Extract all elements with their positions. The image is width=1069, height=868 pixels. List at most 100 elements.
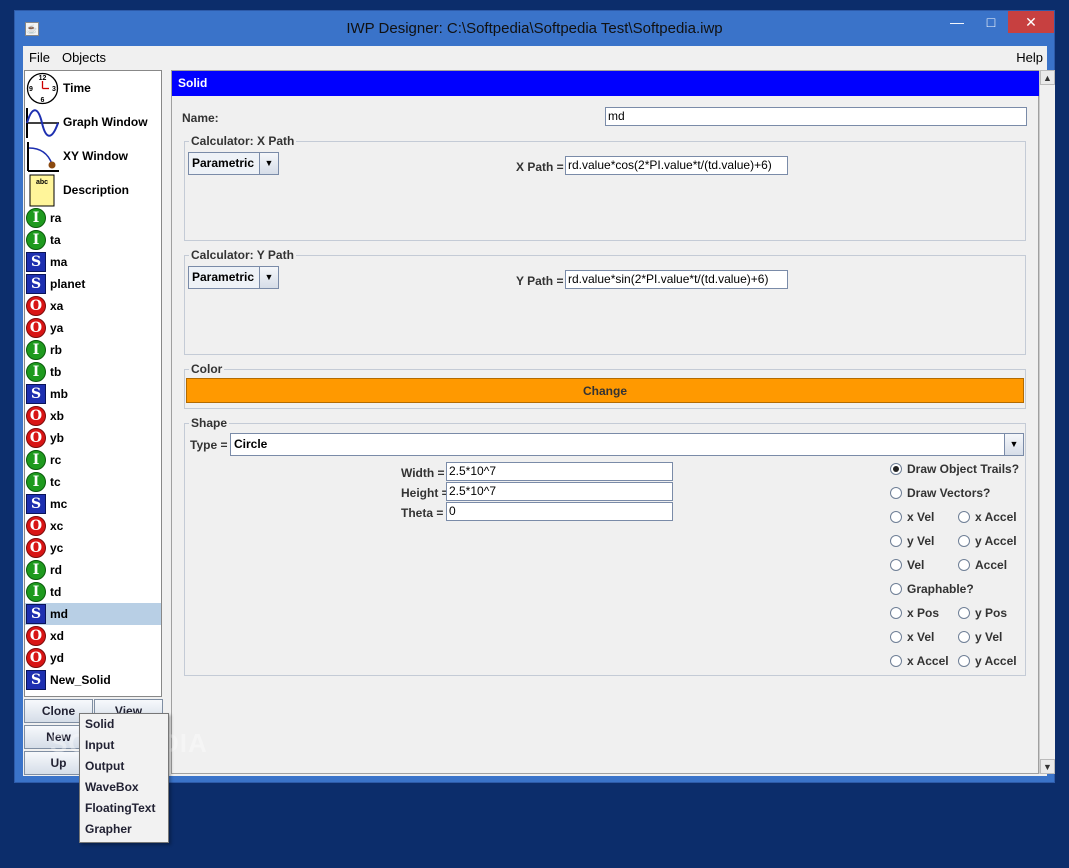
object-item-rd[interactable]: Ird	[25, 559, 161, 581]
x-path-mode-select[interactable]: Parametric ▼	[188, 152, 279, 175]
object-item-tc[interactable]: Itc	[25, 471, 161, 493]
object-item-td[interactable]: Itd	[25, 581, 161, 603]
graphable-radio[interactable]: Graphable?	[890, 582, 974, 596]
chevron-down-icon[interactable]: ▼	[1004, 434, 1023, 455]
tool-label: XY Window	[63, 149, 129, 163]
object-label: ra	[50, 211, 62, 225]
name-field[interactable]: md	[605, 107, 1027, 126]
solid-badge-icon: S	[26, 670, 46, 690]
object-item-new_solid[interactable]: S New_Solid	[25, 669, 161, 691]
popup-item-grapher[interactable]: Grapher	[80, 819, 168, 840]
y-path-group: Calculator: Y Path Parametric ▼ Y Path =…	[184, 248, 1026, 355]
popup-item-output[interactable]: Output	[80, 756, 168, 777]
object-item-ya[interactable]: Oya	[25, 317, 161, 339]
draw-trails-radio[interactable]: Draw Object Trails?	[890, 462, 1019, 476]
vertical-scrollbar[interactable]: ▲ ▼	[1039, 70, 1055, 774]
object-item-mc[interactable]: Smc	[25, 493, 161, 515]
x-vel-radio[interactable]: x Vel	[890, 510, 934, 524]
graph-y-accel-radio[interactable]: y Accel	[958, 654, 1017, 668]
object-label: mb	[50, 387, 68, 401]
radio-dot	[890, 487, 902, 499]
x-path-label: X Path =	[516, 160, 564, 174]
title-bar[interactable]: ☕ IWP Designer: C:\Softpedia\Softpedia T…	[15, 11, 1054, 46]
output-badge-icon: O	[26, 406, 46, 426]
object-item-xd[interactable]: Oxd	[25, 625, 161, 647]
object-item-mb[interactable]: Smb	[25, 383, 161, 405]
object-item-yd[interactable]: Oyd	[25, 647, 161, 669]
chevron-down-icon[interactable]: ▼	[259, 267, 278, 288]
graph-y-pos-radio[interactable]: y Pos	[958, 606, 1007, 620]
draw-vectors-radio[interactable]: Draw Vectors?	[890, 486, 990, 500]
object-item-xa[interactable]: Oxa	[25, 295, 161, 317]
height-field[interactable]: 2.5*10^7	[446, 482, 673, 501]
clock-icon: 12 3 6 9	[26, 72, 59, 105]
popup-item-wavebox[interactable]: WaveBox	[80, 777, 168, 798]
svg-text:6: 6	[41, 97, 45, 104]
y-path-mode-select[interactable]: Parametric ▼	[188, 266, 279, 289]
output-badge-icon: O	[26, 318, 46, 338]
tool-graph-window[interactable]: Graph Window	[25, 105, 161, 139]
radio-label: y Pos	[975, 606, 1008, 620]
popup-item-floatingtext[interactable]: FloatingText	[80, 798, 168, 819]
popup-item-solid[interactable]: Solid	[80, 714, 168, 735]
object-label: yc	[50, 541, 64, 555]
client-area: File Objects Help 12 3 6 9 Time Graph Wi…	[23, 46, 1055, 776]
x-accel-radio[interactable]: x Accel	[958, 510, 1017, 524]
popup-item-input[interactable]: Input	[80, 735, 168, 756]
graph-y-vel-radio[interactable]: y Vel	[958, 630, 1002, 644]
y-path-field[interactable]: rd.value*sin(2*PI.value*t/(td.value)+6)	[565, 270, 788, 289]
input-badge-icon: I	[26, 362, 46, 382]
object-item-rb[interactable]: Irb	[25, 339, 161, 361]
graph-x-pos-radio[interactable]: x Pos	[890, 606, 939, 620]
change-color-button[interactable]: Change	[186, 378, 1024, 403]
object-item-rc[interactable]: Irc	[25, 449, 161, 471]
object-item-tb[interactable]: Itb	[25, 361, 161, 383]
object-item-xc[interactable]: Oxc	[25, 515, 161, 537]
xy-path-icon	[26, 140, 59, 173]
minimize-icon[interactable]: —	[940, 11, 974, 33]
object-label: ma	[50, 255, 68, 269]
close-icon[interactable]: ✕	[1008, 11, 1054, 33]
y-accel-radio[interactable]: y Accel	[958, 534, 1017, 548]
width-field[interactable]: 2.5*10^7	[446, 462, 673, 481]
tool-time[interactable]: 12 3 6 9 Time	[25, 71, 161, 105]
tool-xy-window[interactable]: XY Window	[25, 139, 161, 173]
theta-field[interactable]: 0	[446, 502, 673, 521]
radio-dot	[958, 631, 970, 643]
vel-radio[interactable]: Vel	[890, 558, 924, 572]
maximize-icon[interactable]: □	[974, 11, 1008, 33]
object-label: xb	[50, 409, 65, 423]
object-item-ma[interactable]: Sma	[25, 251, 161, 273]
menu-help[interactable]: Help	[1016, 50, 1043, 65]
object-item-ra[interactable]: Ira	[25, 207, 161, 229]
graph-x-vel-radio[interactable]: x Vel	[890, 630, 934, 644]
output-badge-icon: O	[26, 626, 46, 646]
scroll-down-icon[interactable]: ▼	[1040, 759, 1055, 774]
object-item-md[interactable]: Smd	[25, 603, 161, 625]
y-vel-radio[interactable]: y Vel	[890, 534, 934, 548]
chevron-down-icon[interactable]: ▼	[259, 153, 278, 174]
tool-description[interactable]: abc Description	[25, 173, 161, 207]
object-item-xb[interactable]: Oxb	[25, 405, 161, 427]
object-item-yc[interactable]: Oyc	[25, 537, 161, 559]
object-label: rc	[50, 453, 62, 467]
object-item-yb[interactable]: Oyb	[25, 427, 161, 449]
scroll-up-icon[interactable]: ▲	[1040, 70, 1055, 85]
object-item-ta[interactable]: Ita	[25, 229, 161, 251]
output-badge-icon: O	[26, 296, 46, 316]
accel-radio[interactable]: Accel	[958, 558, 1007, 572]
radio-dot	[890, 511, 902, 523]
name-label: Name:	[182, 111, 219, 125]
input-badge-icon: I	[26, 450, 46, 470]
menu-objects[interactable]: Objects	[56, 50, 112, 65]
menu-file[interactable]: File	[23, 50, 56, 65]
shape-type-select[interactable]: Circle ▼	[230, 433, 1024, 456]
menu-bar: File Objects Help	[23, 46, 1047, 69]
output-badge-icon: O	[26, 538, 46, 558]
x-path-field[interactable]: rd.value*cos(2*PI.value*t/(td.value)+6)	[565, 156, 788, 175]
graph-x-accel-radio[interactable]: x Accel	[890, 654, 949, 668]
object-item-planet[interactable]: Splanet	[25, 273, 161, 295]
window-controls: — □ ✕	[940, 11, 1054, 33]
object-label: ya	[50, 321, 64, 335]
object-label: rd	[50, 563, 62, 577]
